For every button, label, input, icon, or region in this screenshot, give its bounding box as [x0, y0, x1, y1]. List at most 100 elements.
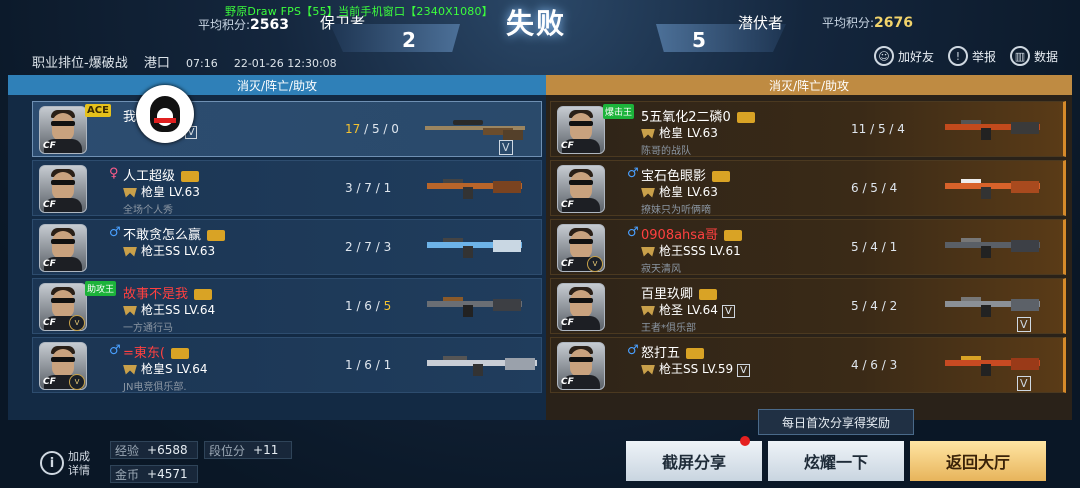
- player-name: 人工超级: [123, 165, 200, 184]
- rifle-icon: [945, 179, 1040, 199]
- crit-king-badge: 爆击王: [603, 104, 635, 119]
- left-avg-label: 平均积分:: [198, 18, 251, 32]
- avatar: CF: [557, 165, 605, 213]
- avatar: CF: [39, 165, 87, 213]
- right-avg-value: 2676: [874, 15, 914, 31]
- player-row[interactable]: CF 助攻王 V 故事不是我 枪王SS LV.64 一方通行马 1 / 6 / …: [32, 278, 542, 334]
- player-row[interactable]: CF ♀ 人工超级 枪皇 LV.63 全场个人秀 3 / 7 / 1: [32, 160, 542, 216]
- exp-reward: 经验 +6588: [110, 441, 198, 459]
- male-icon: ♂: [627, 343, 639, 358]
- player-row[interactable]: CF V ♂ =東东( 枪皇S LV.64 JN电竞俱乐部. 1 / 6 / 1: [32, 337, 542, 393]
- thumbs-up-icon: [207, 230, 226, 241]
- bonus-label-line2: 详情: [68, 464, 90, 477]
- map-name: 港口: [143, 56, 170, 71]
- bonus-label-line1: 加成: [68, 450, 90, 463]
- player-kda: 1 / 6 / 1: [345, 358, 392, 372]
- male-icon: ♂: [109, 225, 121, 240]
- player-rank: 枪皇S LV.64: [123, 360, 208, 377]
- add-friend-button[interactable]: ☺ 加好友: [873, 46, 934, 66]
- v-badge-icon: V: [1017, 376, 1031, 391]
- player-kda: 5 / 4 / 2: [851, 299, 898, 313]
- right-team-panel: 消灭/阵亡/助攻 CF 爆击王 5五氧化2二磷0 枪皇 LV.63 陈哥的战队 …: [546, 75, 1072, 420]
- right-average-score: 平均积分:2676: [822, 14, 913, 31]
- v-badge-icon: V: [737, 364, 751, 377]
- player-name: 0908ahsa哥: [641, 224, 743, 243]
- qq-penguin-icon: [136, 85, 194, 143]
- player-kda: 17 / 5 / 0: [345, 122, 399, 136]
- player-clan: 陈哥的战队: [641, 146, 691, 157]
- player-row[interactable]: CF ♂ 不敢贪怎么赢 枪王SS LV.63 2 / 7 / 3: [32, 219, 542, 275]
- player-name: 5五氧化2二磷0: [641, 106, 755, 125]
- rifle-icon: [945, 297, 1040, 317]
- rifle-icon: [427, 297, 522, 317]
- player-kda: 4 / 6 / 3: [851, 358, 898, 372]
- notification-dot: [740, 436, 750, 446]
- player-kda: 3 / 7 / 1: [345, 181, 392, 195]
- gold-reward: 金币 +4571: [110, 465, 198, 483]
- level-badge-icon: V: [69, 315, 85, 331]
- v-badge-icon: V: [499, 140, 513, 155]
- player-row[interactable]: CF ♂ 怒打五 枪王SS LV.59 V 4 / 6 / 3 V: [550, 337, 1066, 393]
- right-column-header: 消灭/阵亡/助攻: [546, 75, 1072, 95]
- female-icon: ♀: [109, 166, 119, 181]
- assist-king-badge: 助攻王: [85, 281, 117, 296]
- player-row[interactable]: CF ♂ 宝石色眼影 枪皇 LV.63 撩妹只为听俩嘀 6 / 5 / 4: [550, 160, 1066, 216]
- player-name: =東东(: [123, 342, 189, 361]
- player-rank: 枪王SS LV.64: [123, 301, 215, 318]
- avatar: CF: [557, 283, 605, 331]
- player-clan: 撩妹只为听俩嘀: [641, 205, 711, 216]
- player-rank: 枪王SSS LV.61: [641, 242, 741, 259]
- player-row[interactable]: CF ACE 我q 3V 17 / 5 / 0 V: [32, 101, 542, 157]
- thumbs-up-icon: [686, 348, 705, 359]
- left-team-score: 2: [402, 28, 416, 52]
- male-icon: ♂: [627, 225, 639, 240]
- avatar: CF: [39, 224, 87, 272]
- return-lobby-button[interactable]: 返回大厅: [910, 441, 1046, 481]
- bonus-details-link[interactable]: 加成 详情: [68, 450, 90, 478]
- v-badge-icon: V: [1017, 317, 1031, 332]
- info-icon[interactable]: i: [40, 451, 64, 475]
- rank-points-reward: 段位分 +11: [204, 441, 292, 459]
- thumbs-up-icon: [194, 289, 213, 300]
- report-label: 举报: [971, 49, 996, 64]
- rifle-icon: [945, 120, 1040, 140]
- right-avg-label: 平均积分:: [822, 16, 875, 30]
- level-badge-icon: V: [69, 374, 85, 390]
- show-off-button[interactable]: 炫耀一下: [768, 441, 904, 481]
- player-row[interactable]: CF 爆击王 5五氧化2二磷0 枪皇 LV.63 陈哥的战队 11 / 5 / …: [550, 101, 1066, 157]
- player-rank: 枪王SS LV.59 V: [641, 360, 751, 377]
- player-kda: 2 / 7 / 3: [345, 240, 392, 254]
- v-badge-icon: V: [721, 305, 735, 318]
- player-rank: 枪王SS LV.63: [123, 242, 215, 259]
- player-row[interactable]: CF 百里玖卿 枪圣 LV.64 V 王者*俱乐部 5 / 4 / 2 V: [550, 278, 1066, 334]
- avatar: CF: [557, 342, 605, 390]
- data-label: 数据: [1033, 49, 1058, 64]
- left-avg-value: 2563: [250, 17, 290, 33]
- thumbs-up-icon: [736, 112, 755, 123]
- player-name: 故事不是我: [123, 283, 213, 302]
- bar-chart-icon: ▥: [1009, 46, 1030, 66]
- player-clan: 一方通行马: [123, 323, 173, 334]
- match-info: 职业排位-爆破战 港口 07:16 22-01-26 12:30:08: [32, 52, 349, 71]
- player-name: 怒打五: [641, 342, 705, 361]
- player-rank: 枪皇 LV.63: [641, 183, 718, 200]
- player-row[interactable]: CF V ♂ 0908ahsa哥 枪王SSS LV.61 寂天清风 5 / 4 …: [550, 219, 1066, 275]
- player-kda: 11 / 5 / 4: [851, 122, 905, 136]
- report-button[interactable]: ! 举报: [947, 46, 996, 66]
- data-button[interactable]: ▥ 数据: [1009, 46, 1058, 66]
- thumbs-up-icon: [699, 289, 718, 300]
- right-team-score: 5: [692, 28, 706, 52]
- match-datetime: 22-01-26 12:30:08: [233, 57, 337, 70]
- rifle-icon: [427, 179, 522, 199]
- player-name: 宝石色眼影: [641, 165, 731, 184]
- player-clan: 寂天清风: [641, 264, 681, 275]
- male-icon: ♂: [109, 343, 121, 358]
- player-kda: 1 / 6 / 5: [345, 299, 392, 313]
- left-score-plate: [330, 24, 460, 52]
- exclamation-icon: !: [947, 46, 968, 66]
- match-result: 失败: [506, 7, 567, 40]
- screenshot-share-button[interactable]: 截屏分享: [626, 441, 762, 481]
- right-team-name: 潜伏者: [738, 14, 784, 32]
- level-badge-icon: V: [587, 256, 603, 272]
- add-friend-label: 加好友: [897, 49, 934, 64]
